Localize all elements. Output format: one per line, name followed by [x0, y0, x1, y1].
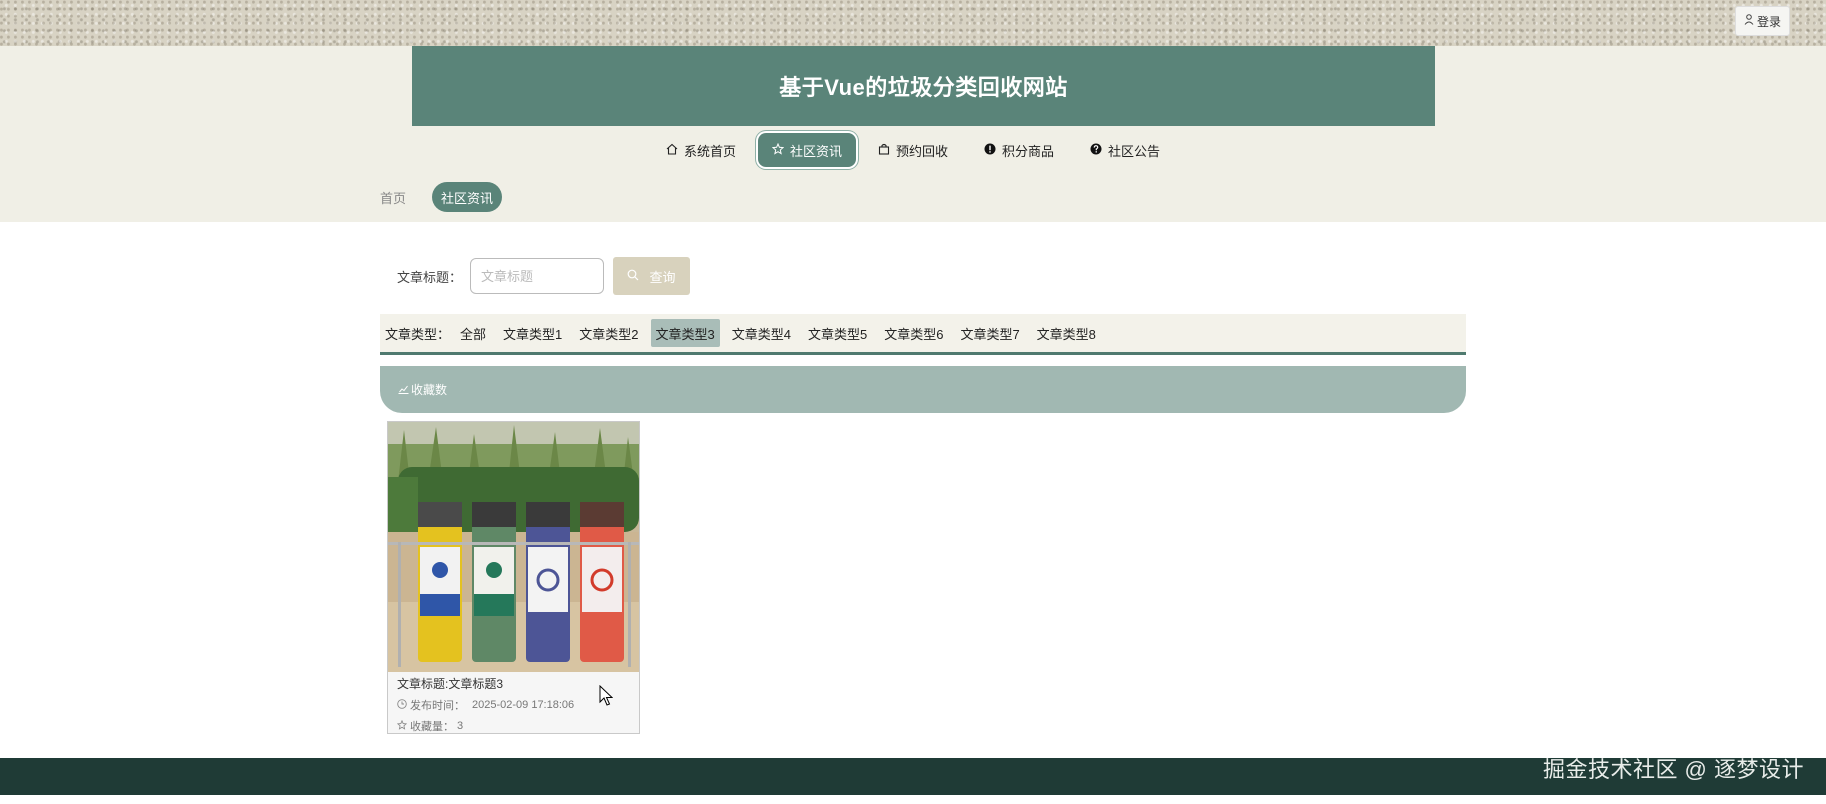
nav-item-label: 社区资讯 [789, 143, 842, 159]
question-circle-icon [1090, 143, 1102, 157]
type-filter-label: 文章类型： [385, 326, 451, 342]
nav-item-notices[interactable]: 社区公告 [1076, 133, 1174, 167]
search-button[interactable]: 查询 [613, 257, 690, 295]
sort-bar: 收藏数 [380, 366, 1466, 413]
bag-icon [878, 143, 890, 157]
nav-item-booking[interactable]: 预约回收 [864, 133, 962, 167]
sort-by-favorites[interactable]: 收藏数 [398, 381, 447, 398]
publish-time-value: 2025-02-09 17:18:06 [472, 699, 575, 711]
type-option-5[interactable]: 文章类型5 [803, 319, 872, 347]
info-circle-icon [984, 143, 996, 157]
type-option-3[interactable]: 文章类型3 [650, 319, 720, 347]
title-search-input[interactable] [470, 258, 604, 294]
home-icon [666, 143, 678, 157]
breadcrumb-current: 社区资讯 [432, 182, 503, 212]
nav-item-products[interactable]: 积分商品 [970, 133, 1068, 167]
type-option-all[interactable]: 全部 [455, 319, 491, 347]
search-icon [627, 269, 639, 284]
article-favorites: 收藏量： 3 [396, 718, 630, 734]
clock-icon [397, 698, 407, 712]
user-icon [1744, 14, 1754, 28]
nav-item-label: 预约回收 [895, 143, 948, 159]
sort-label: 收藏数 [411, 383, 448, 397]
favorites-label: 收藏量： [410, 721, 454, 733]
favorites-value: 3 [457, 720, 464, 732]
type-option-8[interactable]: 文章类型8 [1032, 319, 1101, 347]
star-outline-icon [396, 719, 408, 733]
breadcrumb: 首页 社区资讯 [380, 182, 503, 212]
nav-item-label: 积分商品 [1002, 143, 1055, 159]
login-label: 登录 [1756, 14, 1781, 29]
watermark-text: 掘金技术社区 @ 逐梦设计 [1542, 757, 1804, 782]
type-option-7[interactable]: 文章类型7 [955, 319, 1024, 347]
search-form: 文章标题： 查询 [397, 257, 690, 295]
type-option-6[interactable]: 文章类型6 [879, 319, 948, 347]
nav-item-home[interactable]: 系统首页 [652, 133, 750, 167]
site-title: 基于Vue的垃圾分类回收网站 [779, 75, 1068, 100]
type-option-1[interactable]: 文章类型1 [498, 319, 567, 347]
search-label: 文章标题： [397, 269, 463, 285]
article-publish-time: 发布时间： 2025-02-09 17:18:06 [397, 697, 630, 713]
nav-item-label: 系统首页 [683, 143, 736, 159]
site-title-bar: 基于Vue的垃圾分类回收网站 [412, 46, 1435, 126]
mouse-cursor-icon [599, 685, 613, 706]
nav-item-label: 社区公告 [1108, 143, 1161, 159]
login-button[interactable]: 登录 [1734, 6, 1790, 36]
article-thumbnail [388, 422, 639, 672]
main-nav: 系统首页 社区资讯 预约回收 积分商品 社区公告 [0, 130, 1826, 170]
article-type-filter: 文章类型： 全部 文章类型1 文章类型2 文章类型3 文章类型4 文章类型5 文… [380, 314, 1466, 355]
chart-icon [398, 383, 409, 397]
search-button-label: 查询 [649, 269, 676, 285]
article-title: 文章标题:文章标题3 [397, 677, 504, 691]
type-option-4[interactable]: 文章类型4 [727, 319, 796, 347]
top-texture-strip [0, 0, 1826, 46]
type-option-2[interactable]: 文章类型2 [574, 319, 643, 347]
breadcrumb-home[interactable]: 首页 [380, 188, 406, 207]
star-icon [771, 142, 785, 157]
publish-time-label: 发布时间： [410, 700, 465, 712]
nav-item-news[interactable]: 社区资讯 [757, 133, 856, 167]
